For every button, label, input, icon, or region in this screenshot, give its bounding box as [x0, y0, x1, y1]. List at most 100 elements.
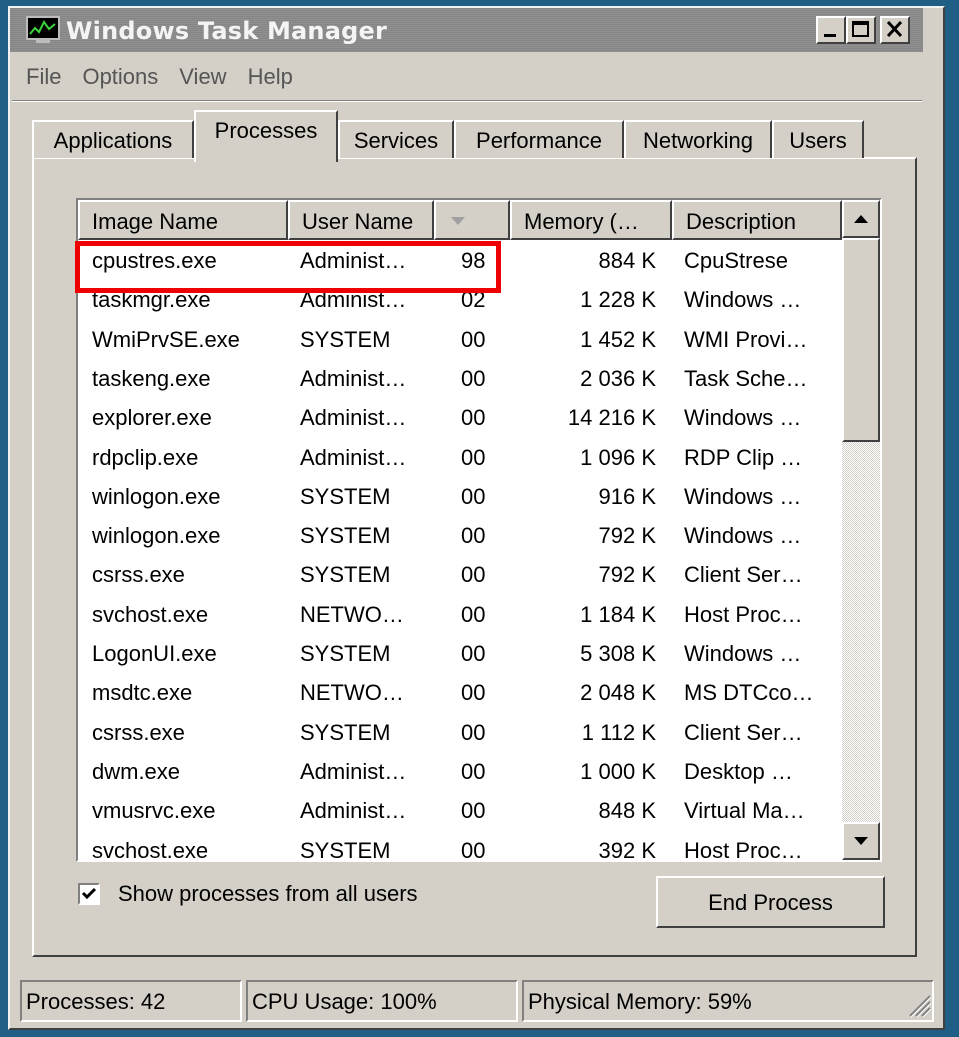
maximize-button[interactable]: [846, 16, 876, 44]
description-cell: CpuStrese: [684, 248, 788, 273]
table-row[interactable]: msdtc.exe NETWO… 00 2 048 K MS DTCco…: [78, 674, 842, 713]
user-name-cell: Administ…: [300, 758, 407, 784]
vertical-scrollbar[interactable]: [842, 200, 880, 860]
table-row[interactable]: explorer.exe Administ… 00 14 216 K Windows …: [78, 399, 842, 438]
resize-grip-icon[interactable]: [906, 992, 932, 1018]
memory-cell: 1 452 K: [580, 326, 656, 352]
description-cell: Client Ser…: [684, 562, 803, 588]
menu-view[interactable]: View: [173, 62, 241, 96]
minimize-icon: [824, 34, 836, 37]
user-name-cell: SYSTEM: [300, 641, 391, 666]
cpu-cell: 00: [461, 798, 486, 824]
tab-label: Processes: [214, 118, 318, 143]
image-name-cell: svchost.exe: [92, 837, 209, 862]
description-cell: Windows …: [684, 523, 802, 549]
column-header-memory[interactable]: Memory (…: [510, 200, 672, 240]
description-cell: Client Ser…: [684, 719, 803, 745]
task-manager-icon: [26, 16, 60, 43]
minimize-button[interactable]: [816, 16, 846, 44]
user-name-cell: SYSTEM: [300, 326, 391, 352]
title-bar[interactable]: Windows Task Manager: [10, 8, 923, 52]
memory-cell: 392 K: [598, 837, 657, 862]
table-row[interactable]: WmiPrvSE.exe SYSTEM 00 1 452 K WMI Provi…: [78, 321, 842, 360]
menu-help[interactable]: Help: [242, 62, 308, 96]
column-header-user-name[interactable]: User Name: [288, 200, 434, 240]
cpu-cell: 00: [461, 641, 486, 666]
scroll-up-button[interactable]: [842, 200, 880, 238]
cpu-cell: 00: [461, 562, 486, 588]
table-row[interactable]: svchost.exe SYSTEM 00 392 K Host Proc…: [78, 832, 842, 862]
table-row[interactable]: dwm.exe Administ… 00 1 000 K Desktop …: [78, 753, 842, 792]
user-name-cell: NETWO…: [300, 601, 404, 627]
memory-cell: 916 K: [598, 483, 657, 509]
description-cell: Windows …: [684, 641, 802, 666]
user-name-cell: SYSTEM: [300, 719, 391, 745]
close-button[interactable]: [880, 16, 910, 44]
end-process-label: End Process: [708, 890, 833, 915]
column-header-label: Memory (…: [524, 209, 639, 234]
memory-cell: 5 308 K: [580, 641, 656, 666]
memory-cell: 848 K: [598, 798, 657, 824]
table-row[interactable]: svchost.exe NETWO… 00 1 184 K Host Proc…: [78, 596, 842, 635]
highlight-box: [75, 241, 501, 293]
description-cell: Windows …: [684, 405, 802, 431]
tab-label: Services: [353, 128, 439, 153]
table-row[interactable]: vmusrvc.exe Administ… 00 848 K Virtual Ma…: [78, 792, 842, 831]
arrow-up-icon: [854, 215, 868, 223]
table-row[interactable]: winlogon.exe SYSTEM 00 916 K Windows …: [78, 478, 842, 517]
table-row[interactable]: csrss.exe SYSTEM 00 1 112 K Client Ser…: [78, 714, 842, 753]
column-header-label: Image Name: [92, 209, 218, 234]
cpu-cell: 00: [461, 444, 486, 470]
column-header-image-name[interactable]: Image Name: [78, 200, 288, 240]
tab-applications[interactable]: Applications: [32, 120, 194, 158]
maximize-icon: [852, 21, 869, 37]
description-cell: Host Proc…: [684, 837, 803, 862]
image-name-cell: WmiPrvSE.exe: [92, 326, 240, 352]
cpu-cell: 00: [461, 326, 486, 352]
end-process-button[interactable]: End Process: [656, 876, 885, 928]
image-name-cell: winlogon.exe: [92, 523, 221, 549]
table-row[interactable]: csrss.exe SYSTEM 00 792 K Client Ser…: [78, 556, 842, 595]
tab-processes[interactable]: Processes: [194, 110, 338, 162]
scroll-thumb[interactable]: [842, 238, 880, 442]
scroll-down-button[interactable]: [842, 822, 880, 860]
table-row[interactable]: taskeng.exe Administ… 00 2 036 K Task Sche…: [78, 360, 842, 399]
menu-options[interactable]: Options: [76, 62, 173, 96]
memory-cell: 1 112 K: [581, 719, 656, 745]
user-name-cell: SYSTEM: [300, 523, 391, 549]
memory-cell: 792 K: [598, 562, 657, 588]
image-name-cell: vmusrvc.exe: [92, 798, 216, 824]
tab-label: Performance: [476, 128, 602, 153]
tab-services[interactable]: Services: [338, 120, 454, 158]
user-name-cell: Administ…: [300, 405, 407, 431]
show-all-users-label[interactable]: Show processes from all users: [118, 881, 418, 907]
image-name-cell: svchost.exe: [92, 601, 209, 627]
table-row[interactable]: rdpclip.exe Administ… 00 1 096 K RDP Clip …: [78, 439, 842, 478]
user-name-cell: SYSTEM: [300, 483, 391, 509]
tab-networking[interactable]: Networking: [624, 120, 772, 158]
table-row[interactable]: winlogon.exe SYSTEM 00 792 K Windows …: [78, 517, 842, 556]
process-list[interactable]: Image Name User Name Memory (… Descripti…: [76, 198, 882, 862]
tab-label: Applications: [53, 128, 173, 153]
menu-separator: [12, 100, 922, 102]
menu-file[interactable]: File: [20, 62, 76, 96]
memory-cell: 1 096 K: [580, 444, 656, 470]
tab-performance[interactable]: Performance: [454, 120, 624, 158]
status-physical-memory: Physical Memory: 59%: [522, 980, 934, 1022]
tab-users[interactable]: Users: [772, 120, 864, 158]
menu-bar: File Options View Help: [20, 62, 308, 96]
status-bar: Processes: 42 CPU Usage: 100% Physical M…: [20, 980, 940, 1022]
column-header-description[interactable]: Description: [672, 200, 842, 240]
image-name-cell: taskeng.exe: [92, 365, 211, 391]
user-name-cell: SYSTEM: [300, 562, 391, 588]
description-cell: MS DTCco…: [684, 680, 814, 706]
description-cell: WMI Provi…: [684, 326, 808, 352]
column-header-cpu[interactable]: [434, 200, 510, 240]
status-cpu-usage: CPU Usage: 100%: [246, 980, 518, 1022]
memory-cell: 1 000 K: [580, 758, 656, 784]
image-name-cell: dwm.exe: [92, 758, 181, 784]
memory-cell: 792 K: [598, 523, 657, 549]
memory-cell: 2 048 K: [580, 680, 656, 706]
show-all-users-checkbox[interactable]: [78, 883, 100, 905]
table-row[interactable]: LogonUI.exe SYSTEM 00 5 308 K Windows …: [78, 635, 842, 674]
